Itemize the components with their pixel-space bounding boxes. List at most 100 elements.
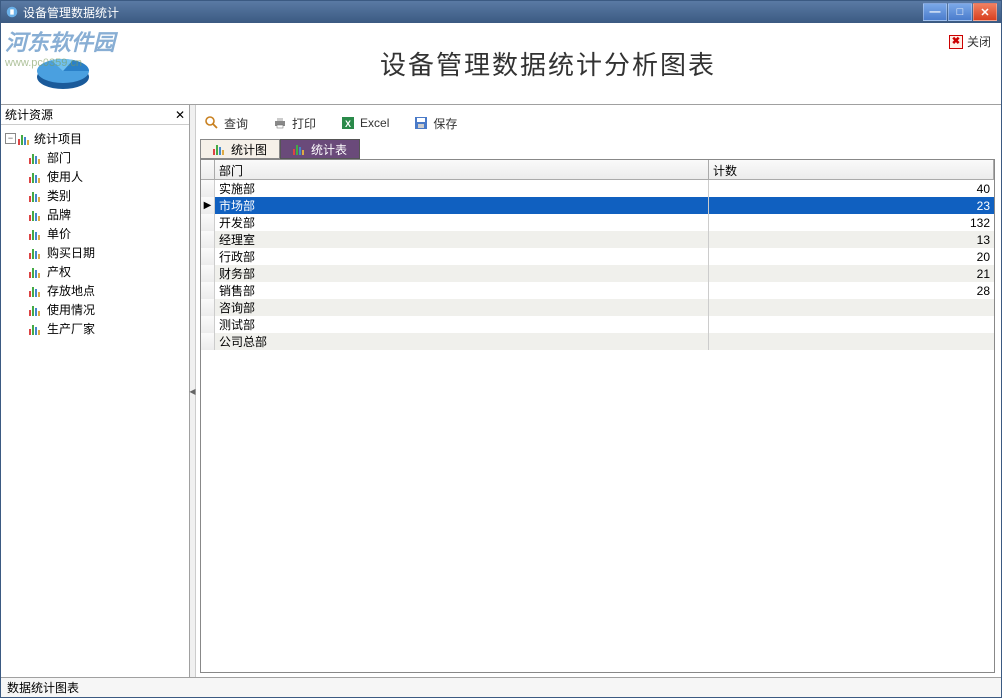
splitter-arrow-icon: ◀ <box>189 387 195 396</box>
tree-item-label: 品牌 <box>47 206 71 223</box>
table-row[interactable]: 测试部 <box>201 316 994 333</box>
table-row[interactable]: 开发部132 <box>201 214 994 231</box>
tree-view: − 统计项目 部门使用人类别品牌单价购买日期产权存放地点使用情况生产厂家 <box>1 125 189 677</box>
app-icon <box>5 5 19 19</box>
cell-count <box>709 333 994 350</box>
save-label: 保存 <box>433 115 457 132</box>
tree-item-label: 存放地点 <box>47 282 95 299</box>
search-icon <box>204 115 220 131</box>
svg-text:X: X <box>345 119 351 129</box>
content-area: 河东软件园 www.pc0359.cn 设备管理数据统计分析图表 ✖ 关闭 统计… <box>1 23 1001 697</box>
watermark-text: 河东软件园 <box>5 25 115 57</box>
grid-header-indicator <box>201 160 215 179</box>
cell-dept: 市场部 <box>215 197 709 214</box>
tree-item[interactable]: 品牌 <box>29 205 185 224</box>
tree-item-label: 产权 <box>47 263 71 280</box>
sidebar-header: 统计资源 ✕ <box>1 105 189 125</box>
bar-chart-icon <box>29 266 43 278</box>
tree-item[interactable]: 部门 <box>29 148 185 167</box>
watermark-url: www.pc0359.cn <box>5 57 115 69</box>
row-indicator <box>201 180 215 197</box>
cell-dept: 公司总部 <box>215 333 709 350</box>
cell-dept: 咨询部 <box>215 299 709 316</box>
titlebar[interactable]: 设备管理数据统计 — □ ✕ <box>1 1 1001 23</box>
cell-dept: 开发部 <box>215 214 709 231</box>
cell-count: 21 <box>709 265 994 282</box>
bar-chart-icon <box>29 209 43 221</box>
bar-chart-icon <box>29 304 43 316</box>
tab-chart-label: 统计图 <box>231 141 267 158</box>
tree-item[interactable]: 单价 <box>29 224 185 243</box>
table-row[interactable]: 公司总部 <box>201 333 994 350</box>
table-row[interactable]: 财务部21 <box>201 265 994 282</box>
sidebar: 统计资源 ✕ − 统计项目 部门使用人类别品牌单价购买日期产权存放地点使用情况生… <box>1 105 190 677</box>
sidebar-close-button[interactable]: ✕ <box>175 108 185 122</box>
window-close-button[interactable]: ✕ <box>973 3 997 21</box>
cell-dept: 财务部 <box>215 265 709 282</box>
table-row[interactable]: 销售部28 <box>201 282 994 299</box>
bar-chart-icon <box>29 247 43 259</box>
cell-count: 40 <box>709 180 994 197</box>
tree-item[interactable]: 产权 <box>29 262 185 281</box>
bar-chart-icon <box>29 285 43 297</box>
collapse-icon[interactable]: − <box>5 133 16 144</box>
tab-table[interactable]: 统计表 <box>280 139 360 159</box>
tree-item-label: 生产厂家 <box>47 320 95 337</box>
row-indicator <box>201 214 215 231</box>
row-indicator <box>201 282 215 299</box>
tree-root-node[interactable]: − 统计项目 <box>5 129 185 148</box>
sidebar-title: 统计资源 <box>5 106 53 123</box>
cell-count: 13 <box>709 231 994 248</box>
excel-button[interactable]: X Excel <box>340 115 389 131</box>
row-indicator <box>201 231 215 248</box>
data-grid[interactable]: 部门 计数 实施部40▶市场部23开发部132经理室13行政部20财务部21销售… <box>200 159 995 673</box>
header-section: 河东软件园 www.pc0359.cn 设备管理数据统计分析图表 ✖ 关闭 <box>1 23 1001 105</box>
tab-chart[interactable]: 统计图 <box>200 139 280 159</box>
splitter[interactable]: ◀ <box>190 105 196 677</box>
save-icon <box>413 115 429 131</box>
tab-table-label: 统计表 <box>311 141 347 158</box>
tree-item[interactable]: 存放地点 <box>29 281 185 300</box>
status-bar: 数据统计图表 <box>1 677 1001 697</box>
cell-dept: 测试部 <box>215 316 709 333</box>
print-label: 打印 <box>292 115 316 132</box>
query-button[interactable]: 查询 <box>204 115 248 132</box>
bar-chart-icon <box>213 143 227 155</box>
grid-header-count[interactable]: 计数 <box>709 160 994 179</box>
cell-count: 23 <box>709 197 994 214</box>
minimize-button[interactable]: — <box>923 3 947 21</box>
table-row[interactable]: 咨询部 <box>201 299 994 316</box>
app-window: 设备管理数据统计 — □ ✕ 河东软件园 www.pc0359.cn 设备管理数… <box>0 0 1002 698</box>
query-label: 查询 <box>224 115 248 132</box>
tree-item[interactable]: 购买日期 <box>29 243 185 262</box>
excel-label: Excel <box>360 116 389 130</box>
table-row[interactable]: 行政部20 <box>201 248 994 265</box>
tree-item-label: 部门 <box>47 149 71 166</box>
tree-item-label: 使用人 <box>47 168 83 185</box>
bar-chart-icon <box>29 152 43 164</box>
grid-header-dept[interactable]: 部门 <box>215 160 709 179</box>
bar-chart-icon <box>18 133 32 145</box>
table-row[interactable]: 实施部40 <box>201 180 994 197</box>
cell-count <box>709 299 994 316</box>
cell-dept: 销售部 <box>215 282 709 299</box>
tree-item[interactable]: 使用人 <box>29 167 185 186</box>
table-row[interactable]: 经理室13 <box>201 231 994 248</box>
table-row[interactable]: ▶市场部23 <box>201 197 994 214</box>
cell-count: 20 <box>709 248 994 265</box>
tree-item[interactable]: 生产厂家 <box>29 319 185 338</box>
maximize-button[interactable]: □ <box>948 3 972 21</box>
excel-icon: X <box>340 115 356 131</box>
page-title: 设备管理数据统计分析图表 <box>95 45 1001 82</box>
tab-strip: 统计图 统计表 <box>200 139 995 159</box>
close-link[interactable]: ✖ 关闭 <box>949 33 991 50</box>
tree-item[interactable]: 类别 <box>29 186 185 205</box>
print-button[interactable]: 打印 <box>272 115 316 132</box>
right-panel: 查询 打印 X Excel 保存 <box>196 105 1001 677</box>
cell-dept: 实施部 <box>215 180 709 197</box>
tree-item[interactable]: 使用情况 <box>29 300 185 319</box>
save-button[interactable]: 保存 <box>413 115 457 132</box>
bar-chart-icon <box>29 190 43 202</box>
tree-root-label: 统计项目 <box>34 130 82 147</box>
cell-count: 28 <box>709 282 994 299</box>
